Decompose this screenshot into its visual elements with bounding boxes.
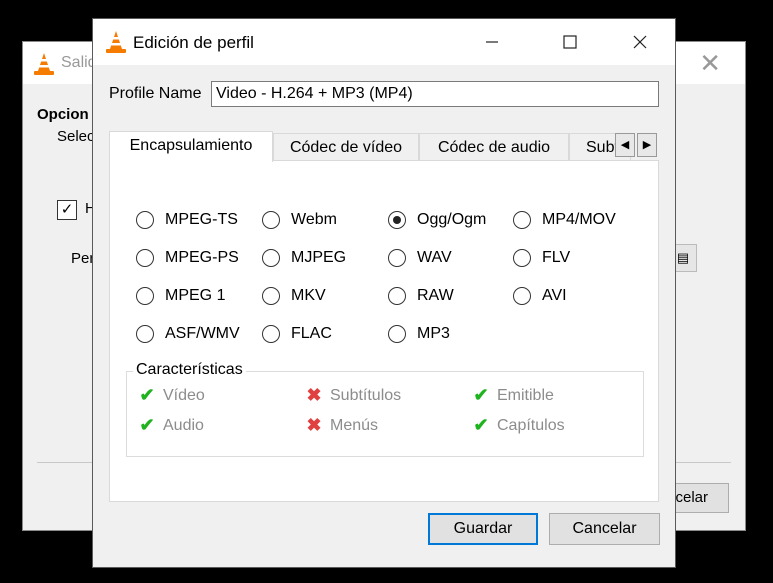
format-radio-label: MJPEG: [291, 249, 347, 266]
feature-label: Emitible: [497, 386, 554, 404]
profile-name-label: Profile Name: [109, 85, 202, 102]
feature-item: ✔ Audio: [137, 415, 204, 436]
select-label: Selec: [57, 128, 95, 145]
feature-item: ✔ Vídeo: [137, 385, 205, 406]
format-radio[interactable]: ASF/WMV: [136, 325, 240, 343]
feature-item: ✖ Subtítulos: [304, 385, 401, 406]
feature-item: ✖ Menús: [304, 415, 378, 436]
radio-unselected-icon[interactable]: [136, 287, 154, 305]
features-title: Características: [133, 361, 246, 379]
tab-encapsulation[interactable]: Encapsulamiento: [109, 131, 273, 162]
tab-bar: Encapsulamiento Códec de vídeo Códec de …: [109, 131, 663, 162]
checkmark-icon: ✔: [473, 415, 489, 435]
radio-unselected-icon[interactable]: [136, 249, 154, 267]
format-radio-label: WAV: [417, 249, 452, 266]
radio-unselected-icon[interactable]: [262, 211, 280, 229]
format-radio-label: ASF/WMV: [165, 325, 240, 342]
cross-icon: ✖: [306, 385, 322, 405]
format-radio[interactable]: MJPEG: [262, 249, 346, 267]
options-heading: Opcion: [37, 106, 89, 123]
profile-label: Per: [71, 250, 95, 267]
tab-audio-codec[interactable]: Códec de audio: [419, 133, 569, 161]
radio-unselected-icon[interactable]: [262, 287, 280, 305]
radio-unselected-icon[interactable]: [262, 249, 280, 267]
format-radio[interactable]: WAV: [388, 249, 452, 267]
maximize-icon[interactable]: [553, 25, 587, 59]
format-radio[interactable]: FLV: [513, 249, 570, 267]
feature-item: ✔ Capítulos: [471, 415, 565, 436]
format-radio[interactable]: MPEG-TS: [136, 211, 238, 229]
feature-item: ✔ Emitible: [471, 385, 554, 406]
feature-label: Vídeo: [163, 386, 205, 404]
format-radio[interactable]: Ogg/Ogm: [388, 211, 486, 229]
feature-label: Subtítulos: [330, 386, 402, 404]
minimize-icon[interactable]: [475, 25, 509, 59]
format-radio[interactable]: MP4/MOV: [513, 211, 616, 229]
format-radio-label: Ogg/Ogm: [417, 211, 487, 228]
close-icon[interactable]: [623, 25, 657, 59]
format-radio[interactable]: MPEG 1: [136, 287, 225, 305]
tab-scroll-left-icon[interactable]: ◀: [615, 133, 635, 157]
format-radio[interactable]: RAW: [388, 287, 454, 305]
format-radio-label: Webm: [291, 211, 337, 228]
format-radio[interactable]: MP3: [388, 325, 450, 343]
features-group: Características ✔ Vídeo ✖ Subtítulos ✔ Emitib…: [126, 361, 644, 457]
radio-unselected-icon[interactable]: [262, 325, 280, 343]
profile-name-input[interactable]: [211, 81, 659, 107]
format-radio[interactable]: MPEG-PS: [136, 249, 239, 267]
radio-unselected-icon[interactable]: [136, 325, 154, 343]
format-radio[interactable]: AVI: [513, 287, 567, 305]
radio-unselected-icon[interactable]: [513, 249, 531, 267]
checkmark-icon: ✔: [139, 415, 155, 435]
format-radio-label: FLAC: [291, 325, 332, 342]
vlc-cone-icon: [34, 53, 54, 75]
feature-label: Audio: [163, 416, 204, 434]
format-radio-label: MPEG 1: [165, 287, 226, 304]
tab-video-codec[interactable]: Códec de vídeo: [273, 133, 419, 161]
radio-unselected-icon[interactable]: [513, 287, 531, 305]
format-radio-label: MP4/MOV: [542, 211, 616, 228]
format-radio-label: MPEG-PS: [165, 249, 239, 266]
radio-unselected-icon[interactable]: [388, 325, 406, 343]
save-button[interactable]: Guardar: [428, 513, 538, 545]
checkmark-icon: ✔: [473, 385, 489, 405]
vlc-cone-icon: [106, 31, 126, 53]
format-radio-label: FLV: [542, 249, 571, 266]
radio-unselected-icon[interactable]: [388, 287, 406, 305]
format-radio-label: RAW: [417, 287, 454, 304]
radio-selected-icon[interactable]: [388, 211, 406, 229]
format-radio-label: AVI: [542, 287, 567, 304]
cancel-button[interactable]: Cancelar: [549, 513, 660, 545]
background-close-icon[interactable]: ✕: [699, 48, 721, 79]
feature-label: Menús: [330, 416, 379, 434]
format-radio[interactable]: MKV: [262, 287, 326, 305]
dialog-titlebar: Edición de perfil: [93, 19, 675, 65]
profile-edit-dialog: Edición de perfil Profile Name Encapsula…: [92, 18, 676, 568]
encapsulation-panel: MPEG-TS Webm Ogg/Ogm MP4/MOV MPEG-PS MJPEG WAV…: [109, 160, 659, 502]
checkmark-icon: ✔: [139, 385, 155, 405]
radio-unselected-icon[interactable]: [513, 211, 531, 229]
format-radio[interactable]: Webm: [262, 211, 337, 229]
tab-scroll-right-icon[interactable]: ▶: [637, 133, 657, 157]
format-radio[interactable]: FLAC: [262, 325, 332, 343]
format-radio-label: MPEG-TS: [165, 211, 238, 228]
format-radio-label: MP3: [417, 325, 450, 342]
feature-label: Capítulos: [497, 416, 565, 434]
cross-icon: ✖: [306, 415, 322, 435]
format-radio-label: MKV: [291, 287, 326, 304]
radio-unselected-icon[interactable]: [136, 211, 154, 229]
radio-unselected-icon[interactable]: [388, 249, 406, 267]
dialog-title: Edición de perfil: [133, 33, 254, 52]
background-checkbox[interactable]: ✓: [57, 200, 77, 220]
